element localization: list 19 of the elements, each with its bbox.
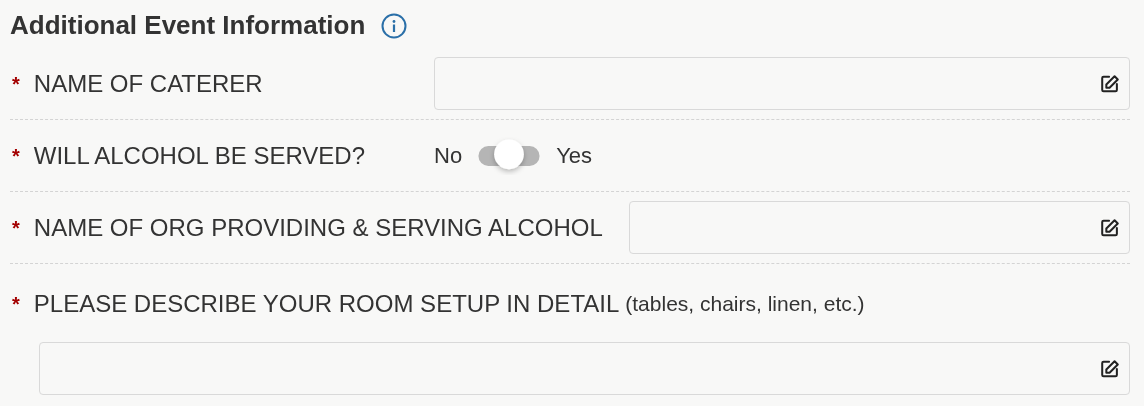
- required-asterisk: *: [12, 71, 20, 97]
- field-label: NAME OF ORG PROVIDING & SERVING ALCOHOL: [33, 212, 603, 243]
- field-label: WILL ALCOHOL BE SERVED?: [33, 140, 366, 171]
- required-asterisk: *: [12, 292, 20, 317]
- text-field[interactable]: [628, 201, 1130, 254]
- edit-icon[interactable]: [1099, 72, 1121, 95]
- edit-icon[interactable]: [1099, 216, 1121, 239]
- text-field[interactable]: [434, 57, 1130, 110]
- required-asterisk: *: [12, 215, 20, 241]
- field-label: NAME OF CATERER: [33, 68, 263, 99]
- toggle-label: Yes: [556, 142, 592, 170]
- field-hint: (tables, chairs, linen, etc.): [625, 291, 865, 318]
- section-title: Additional Event Information: [10, 10, 366, 42]
- field-label: PLEASE DESCRIBE YOUR ROOM SETUP IN DETAIL: [33, 289, 620, 319]
- info-icon[interactable]: [381, 13, 408, 39]
- text-field[interactable]: [39, 342, 1130, 395]
- edit-icon[interactable]: [1099, 357, 1121, 380]
- required-asterisk: *: [12, 143, 20, 169]
- toggle-label: No: [434, 142, 463, 170]
